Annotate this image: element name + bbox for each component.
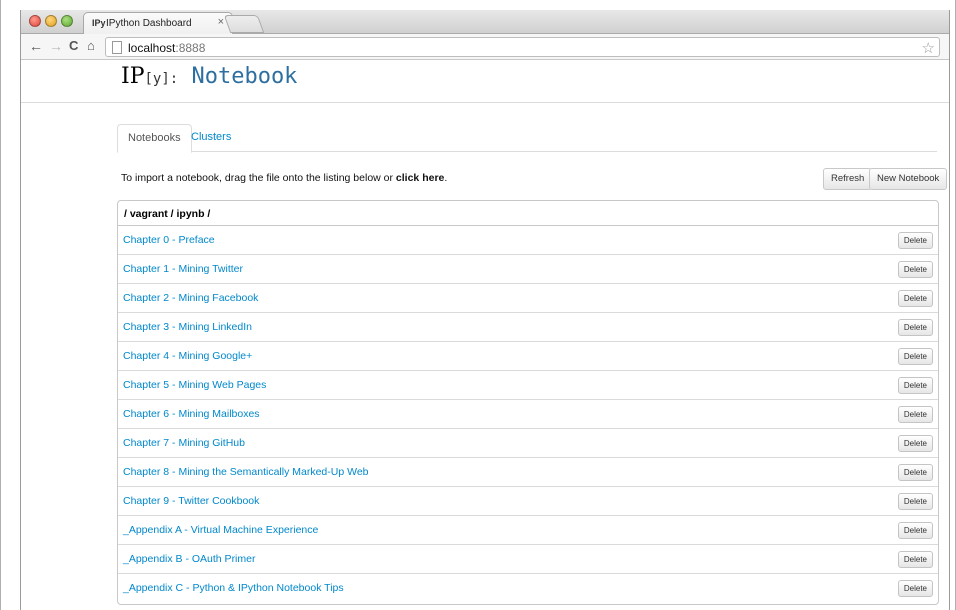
listing-path: / vagrant / ipynb / <box>118 201 938 226</box>
notebook-link[interactable]: Chapter 9 - Twitter Cookbook <box>123 495 259 507</box>
notebook-row: Chapter 5 - Mining Web Pages Delete <box>118 371 938 400</box>
delete-button[interactable]: Delete <box>897 493 933 510</box>
new-notebook-button[interactable]: New Notebook <box>869 168 948 190</box>
forward-arrow-icon[interactable]: → <box>49 38 63 54</box>
delete-button[interactable]: Delete <box>897 551 933 568</box>
notebook-row: Chapter 9 - Twitter Cookbook Delete <box>118 487 938 516</box>
notebook-link[interactable]: Chapter 3 - Mining LinkedIn <box>123 321 252 333</box>
notebook-row: Chapter 3 - Mining LinkedIn Delete <box>118 313 938 342</box>
page-content: IP[y]: Notebook Notebooks Clusters To im… <box>21 61 949 610</box>
new-tab-button[interactable] <box>223 15 265 33</box>
notebook-link[interactable]: Chapter 0 - Preface <box>123 234 215 246</box>
delete-button[interactable]: Delete <box>897 435 933 452</box>
browser-toolbar: ← → C ⌂ localhost:8888 ☆ <box>21 34 949 60</box>
close-window-icon[interactable] <box>29 15 41 27</box>
import-instructions: To import a notebook, drag the file onto… <box>121 172 447 184</box>
notebook-row: _Appendix A - Virtual Machine Experience… <box>118 516 938 545</box>
click-here-link[interactable]: click here <box>396 172 444 184</box>
delete-button[interactable]: Delete <box>897 232 933 249</box>
delete-button[interactable]: Delete <box>897 261 933 278</box>
notebook-row: Chapter 7 - Mining GitHub Delete <box>118 429 938 458</box>
url-host: localhost <box>128 41 176 55</box>
notebook-row: _Appendix C - Python & IPython Notebook … <box>118 574 938 603</box>
browser-tab[interactable]: IPy IPython Dashboard × <box>83 12 233 34</box>
notebook-link[interactable]: Chapter 7 - Mining GitHub <box>123 437 245 449</box>
ipython-favicon-icon: IPy <box>92 18 106 28</box>
minimize-window-icon[interactable] <box>45 15 57 27</box>
notebook-listing: / vagrant / ipynb / Chapter 0 - Preface D… <box>117 200 939 605</box>
delete-button[interactable]: Delete <box>897 377 933 394</box>
page-icon <box>112 41 122 54</box>
tab-close-icon[interactable]: × <box>218 16 224 28</box>
notebook-row: Chapter 8 - Mining the Semantically Mark… <box>118 458 938 487</box>
notebook-link[interactable]: Chapter 2 - Mining Facebook <box>123 292 258 304</box>
logo-ip: IP <box>121 64 145 89</box>
delete-button[interactable]: Delete <box>897 522 933 539</box>
back-arrow-icon[interactable]: ← <box>29 38 43 54</box>
notebook-row: Chapter 4 - Mining Google+ Delete <box>118 342 938 371</box>
ipython-notebook-logo[interactable]: IP[y]: Notebook <box>121 64 297 89</box>
browser-window: IPy IPython Dashboard × ← → C ⌂ localhos… <box>20 10 950 610</box>
notebook-rows: Chapter 0 - Preface Delete Chapter 1 - Min… <box>118 226 938 603</box>
home-icon[interactable]: ⌂ <box>87 38 95 54</box>
logo-y: [y]: <box>144 71 179 87</box>
notebook-row: Chapter 2 - Mining Facebook Delete <box>118 284 938 313</box>
import-end: . <box>444 172 448 184</box>
notebook-link[interactable]: _Appendix A - Virtual Machine Experience <box>123 524 318 536</box>
tab-title: IPython Dashboard <box>106 18 192 29</box>
page-header: IP[y]: Notebook <box>21 61 949 103</box>
notebook-link[interactable]: Chapter 1 - Mining Twitter <box>123 263 243 275</box>
notebook-row: Chapter 0 - Preface Delete <box>118 226 938 255</box>
maximize-window-icon[interactable] <box>61 15 73 27</box>
url-port: :8888 <box>175 41 206 55</box>
url-text[interactable]: localhost:8888 <box>128 41 205 55</box>
refresh-button[interactable]: Refresh <box>823 168 873 190</box>
delete-button[interactable]: Delete <box>897 290 933 307</box>
address-bar[interactable]: localhost:8888 ☆ <box>105 37 940 57</box>
notebook-row: Chapter 1 - Mining Twitter Delete <box>118 255 938 284</box>
notebook-link[interactable]: _Appendix C - Python & IPython Notebook … <box>123 582 344 594</box>
notebook-link[interactable]: Chapter 8 - Mining the Semantically Mark… <box>123 466 369 478</box>
notebook-link[interactable]: Chapter 6 - Mining Mailboxes <box>123 408 260 420</box>
tab-clusters[interactable]: Clusters <box>181 124 241 152</box>
notebook-link[interactable]: Chapter 5 - Mining Web Pages <box>123 379 266 391</box>
logo-notebook: Notebook <box>191 64 298 89</box>
delete-button[interactable]: Delete <box>897 580 933 597</box>
star-icon[interactable]: ☆ <box>922 39 935 57</box>
notebook-link[interactable]: Chapter 4 - Mining Google+ <box>123 350 252 362</box>
import-text: To import a notebook, drag the file onto… <box>121 172 396 184</box>
dashboard-tabs: Notebooks Clusters <box>117 124 937 153</box>
reload-icon[interactable]: C <box>69 38 78 54</box>
delete-button[interactable]: Delete <box>897 319 933 336</box>
notebook-row: Chapter 6 - Mining Mailboxes Delete <box>118 400 938 429</box>
delete-button[interactable]: Delete <box>897 406 933 423</box>
delete-button[interactable]: Delete <box>897 464 933 481</box>
delete-button[interactable]: Delete <box>897 348 933 365</box>
browser-titlebar: IPy IPython Dashboard × <box>21 10 949 34</box>
notebook-link[interactable]: _Appendix B - OAuth Primer <box>123 553 255 565</box>
notebook-row: _Appendix B - OAuth Primer Delete <box>118 545 938 574</box>
